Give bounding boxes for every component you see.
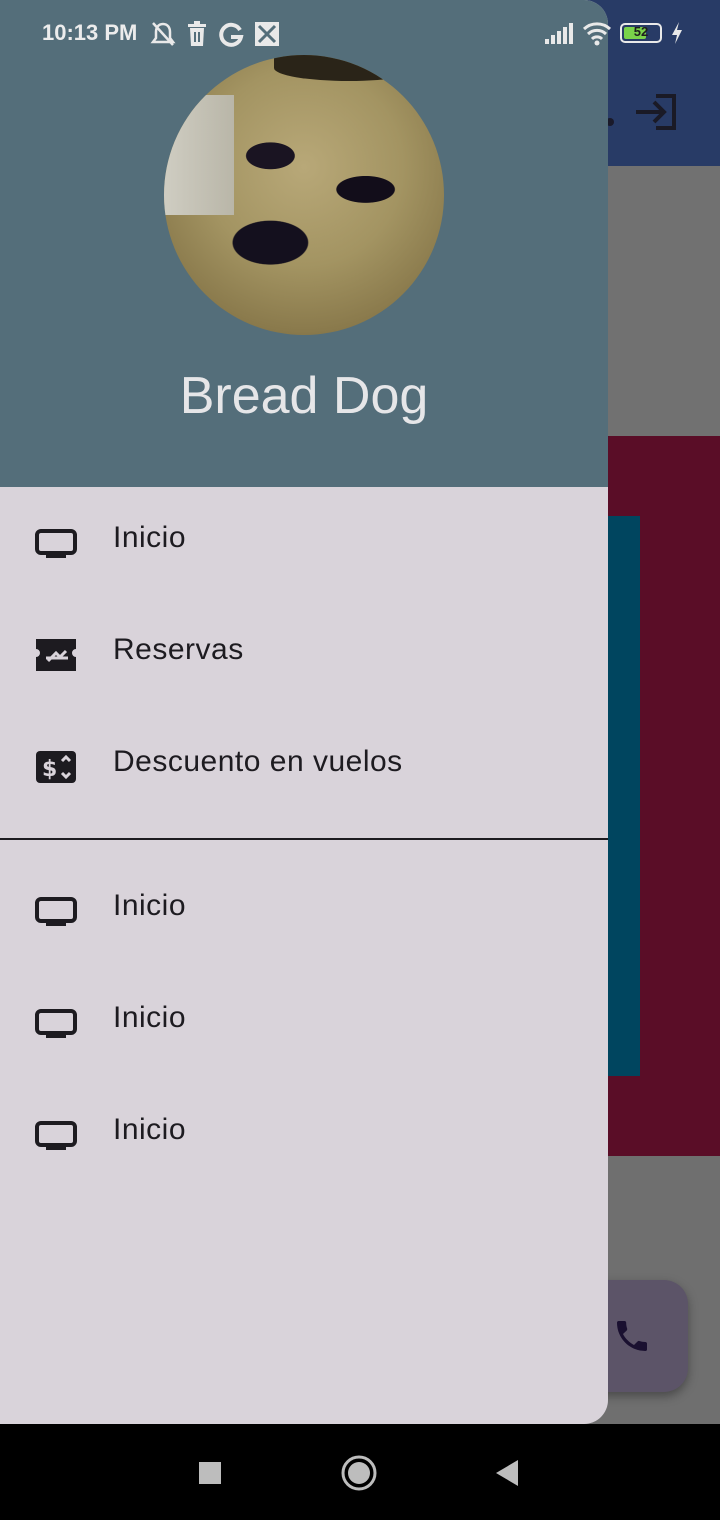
phone-icon — [617, 1321, 647, 1351]
wifi-icon — [582, 22, 612, 46]
tv-icon — [35, 529, 77, 558]
drawer-item-label: Inicio — [113, 521, 187, 554]
google-icon — [219, 22, 244, 47]
drawer-item-label: Descuento en vuelos — [113, 745, 403, 778]
system-icons: 52 — [544, 20, 684, 46]
profile-name: Bread Dog — [179, 367, 429, 425]
money-icon: $ — [36, 751, 76, 783]
battery-icon: 52 — [620, 23, 662, 43]
status-bar: 10:13 PM 52 — [0, 0, 720, 70]
news-icon — [255, 22, 279, 46]
profile-avatar[interactable] — [164, 55, 444, 335]
drawer-item-label: Inicio — [113, 1113, 187, 1146]
drawer-item-descuento[interactable]: $ Descuento en vuelos — [0, 711, 608, 823]
status-time: 10:13 PM — [42, 20, 138, 45]
drawer-divider — [0, 838, 608, 840]
drawer-item-inicio-3[interactable]: Inicio — [0, 967, 608, 1079]
tv-icon — [35, 1121, 77, 1150]
drawer-item-inicio-2[interactable]: Inicio — [0, 855, 608, 967]
notification-icons — [150, 20, 280, 48]
drawer-item-label: Reservas — [113, 633, 244, 666]
drawer-header: Bread Dog — [0, 0, 608, 487]
back-triangle-icon[interactable] — [482, 1448, 532, 1498]
flight-ticket-icon — [36, 639, 76, 671]
home-circle-icon[interactable] — [334, 1448, 384, 1498]
avatar-photo-background — [164, 95, 234, 215]
tv-icon — [35, 897, 77, 926]
svg-text:$: $ — [42, 757, 57, 782]
drawer-item-label: Inicio — [113, 889, 187, 922]
login-icon[interactable] — [634, 92, 678, 132]
recents-square-icon[interactable] — [185, 1448, 235, 1498]
trash-icon — [188, 21, 206, 46]
drawer-item-label: Inicio — [113, 1001, 187, 1034]
drawer-item-inicio-4[interactable]: Inicio — [0, 1079, 608, 1191]
drawer-item-reservas[interactable]: Reservas — [0, 599, 608, 711]
navigation-drawer: Bread Dog Inicio Reservas $ Descuento en… — [0, 0, 608, 1424]
signal-icon — [545, 23, 573, 44]
drawer-item-inicio[interactable]: Inicio — [0, 487, 608, 599]
system-navigation-bar — [0, 1424, 720, 1520]
tv-icon — [35, 1009, 77, 1038]
battery-level: 52 — [633, 24, 649, 39]
charging-icon — [672, 22, 682, 44]
bell-off-icon — [150, 22, 176, 46]
